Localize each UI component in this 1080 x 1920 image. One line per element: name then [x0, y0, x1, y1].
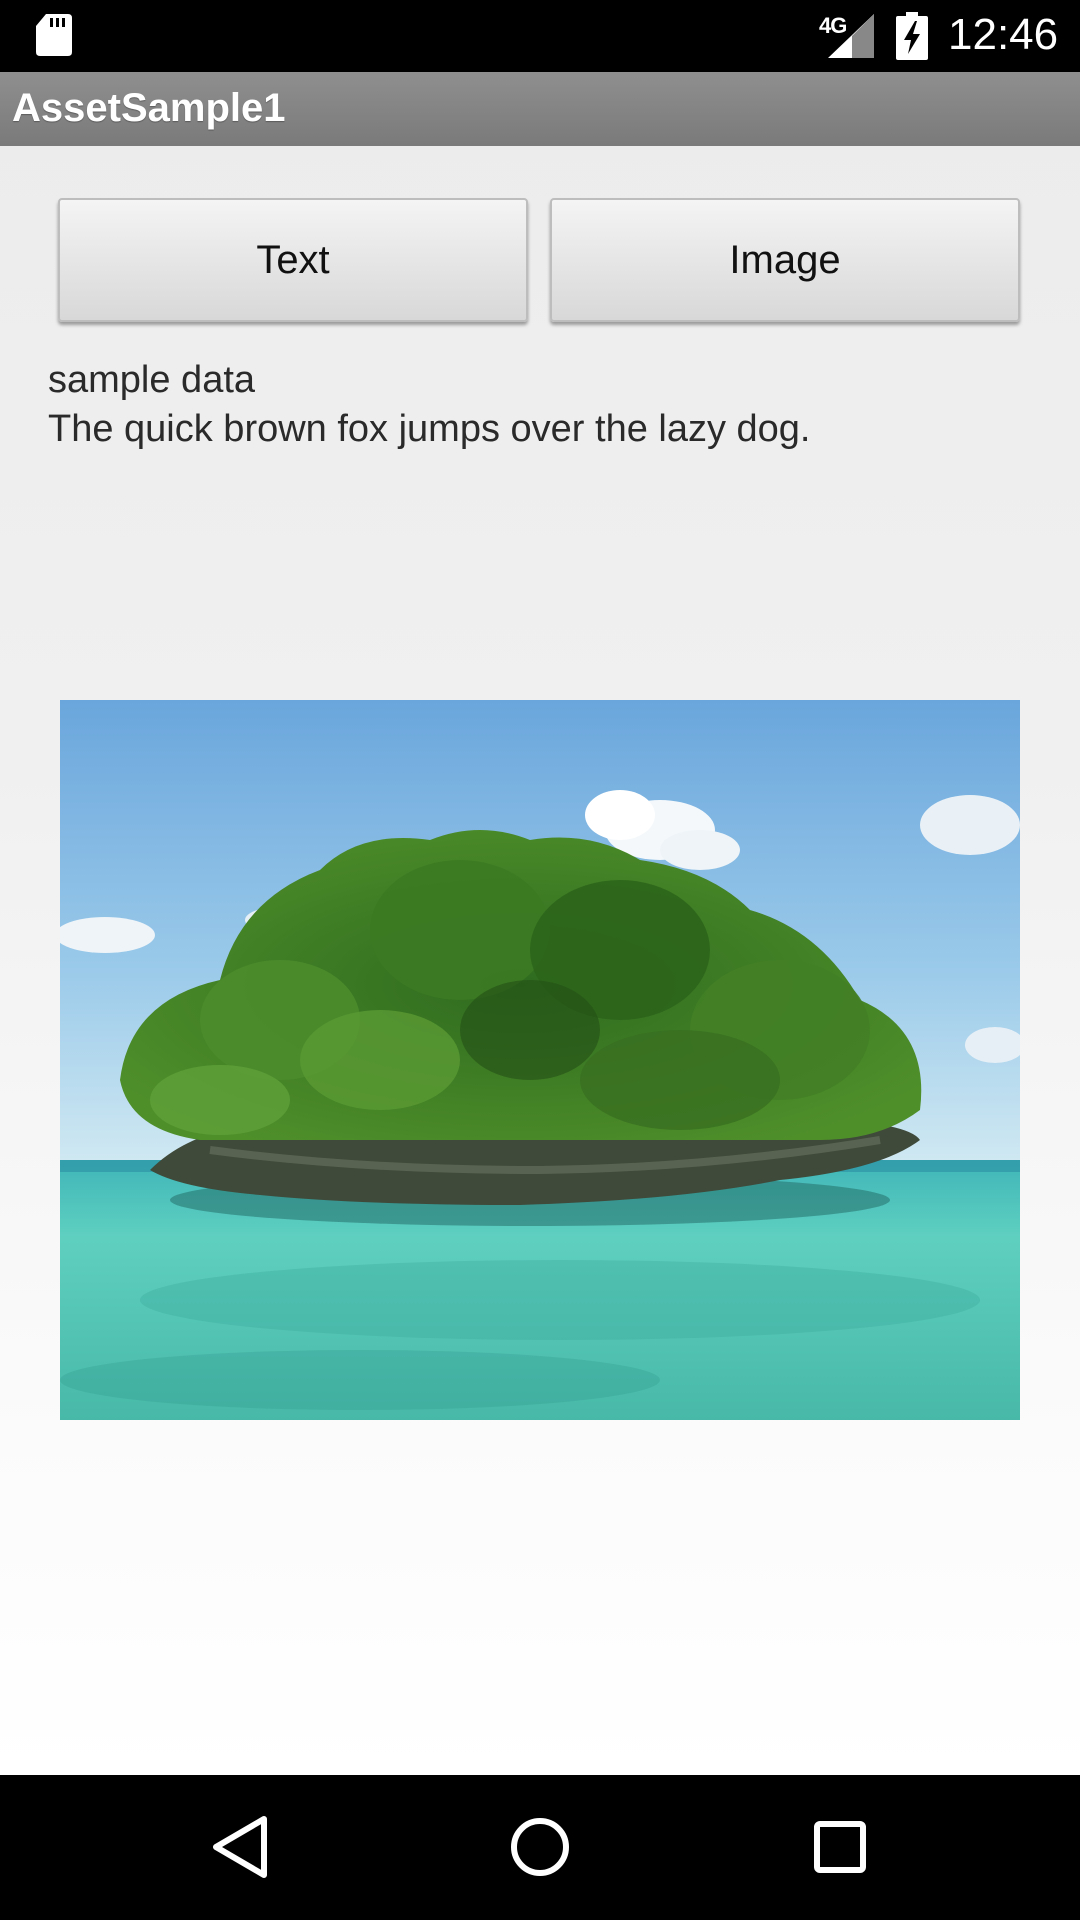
status-bar: 4G 12:46 — [0, 0, 1080, 72]
app-content: AssetSample1 Text Image sample data The … — [0, 72, 1080, 1775]
home-icon[interactable] — [490, 1805, 590, 1890]
app-title: AssetSample1 — [12, 86, 286, 130]
recents-icon[interactable] — [790, 1805, 890, 1890]
text-output: sample data The quick brown fox jumps ov… — [48, 356, 1038, 454]
text-button[interactable]: Text — [58, 198, 528, 322]
battery-charging-icon — [896, 12, 928, 60]
action-bar: AssetSample1 — [0, 72, 1080, 146]
text-output-line-1: sample data — [48, 359, 256, 401]
back-icon[interactable] — [192, 1805, 292, 1890]
signal-icon — [828, 14, 874, 58]
clock: 12:46 — [948, 10, 1059, 59]
asset-image — [60, 700, 1020, 1420]
navigation-bar — [0, 1775, 1080, 1920]
sd-card-icon — [36, 14, 72, 56]
rock-island-photo — [60, 700, 1020, 1420]
image-button[interactable]: Image — [550, 198, 1020, 322]
text-output-line-2: The quick brown fox jumps over the lazy … — [48, 408, 811, 450]
